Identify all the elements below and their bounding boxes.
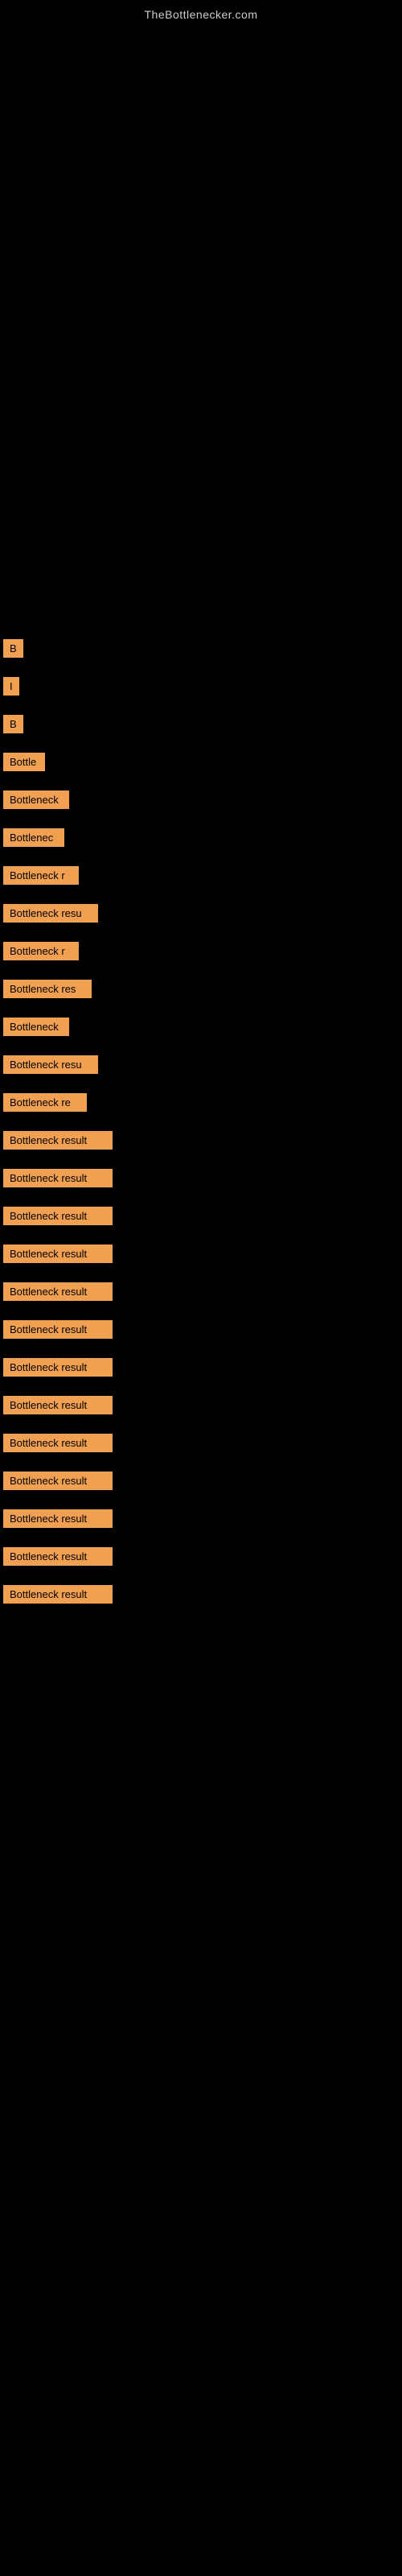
list-item: Bottleneck result <box>0 1424 402 1462</box>
list-item: Bottleneck result <box>0 1235 402 1273</box>
bottleneck-result-label[interactable]: Bottleneck r <box>3 942 79 960</box>
bottleneck-result-label[interactable]: Bottleneck result <box>3 1472 113 1490</box>
list-item: Bottleneck resu <box>0 894 402 932</box>
bottleneck-result-label[interactable]: Bottleneck result <box>3 1358 113 1377</box>
list-item: Bottleneck resu <box>0 1046 402 1084</box>
list-item: Bottleneck r <box>0 932 402 970</box>
bottleneck-result-label[interactable]: Bottleneck resu <box>3 904 98 923</box>
list-item: Bottleneck re <box>0 1084 402 1121</box>
list-item: Bottleneck result <box>0 1462 402 1500</box>
list-item: Bottle <box>0 743 402 781</box>
list-item: Bottleneck <box>0 1008 402 1046</box>
list-item: Bottleneck result <box>0 1348 402 1386</box>
bottleneck-result-label[interactable]: Bottleneck result <box>3 1320 113 1339</box>
list-item: Bottleneck result <box>0 1159 402 1197</box>
bottleneck-result-label[interactable]: Bottleneck result <box>3 1509 113 1528</box>
bottleneck-result-label[interactable]: Bottleneck result <box>3 1396 113 1414</box>
list-item: Bottlenec <box>0 819 402 857</box>
bottleneck-result-label[interactable]: Bottlenec <box>3 828 64 847</box>
bottleneck-result-label[interactable]: Bottleneck result <box>3 1207 113 1225</box>
list-item: Bottleneck result <box>0 1386 402 1424</box>
bottleneck-result-label[interactable]: I <box>3 677 19 696</box>
list-item: Bottleneck res <box>0 970 402 1008</box>
list-item: Bottleneck result <box>0 1273 402 1311</box>
list-item: Bottleneck result <box>0 1121 402 1159</box>
bottleneck-result-label[interactable]: Bottleneck result <box>3 1169 113 1187</box>
bottleneck-result-label[interactable]: Bottleneck result <box>3 1547 113 1566</box>
bottleneck-result-label[interactable]: Bottleneck <box>3 1018 69 1036</box>
list-item: I <box>0 667 402 705</box>
bottleneck-list: BIBBottleBottleneckBottlenecBottleneck r… <box>0 621 402 1613</box>
bottleneck-result-label[interactable]: Bottleneck r <box>3 866 79 885</box>
list-item: Bottleneck result <box>0 1575 402 1613</box>
list-item: Bottleneck result <box>0 1197 402 1235</box>
bottleneck-result-label[interactable]: Bottleneck result <box>3 1434 113 1452</box>
bottleneck-result-label[interactable]: Bottleneck result <box>3 1245 113 1263</box>
list-item: B <box>0 705 402 743</box>
bottleneck-result-label[interactable]: Bottleneck result <box>3 1131 113 1150</box>
list-item: Bottleneck r <box>0 857 402 894</box>
bottleneck-result-label[interactable]: Bottleneck resu <box>3 1055 98 1074</box>
list-item: B <box>0 630 402 667</box>
list-item: Bottleneck result <box>0 1500 402 1538</box>
bottleneck-result-label[interactable]: Bottleneck <box>3 791 69 809</box>
list-item: Bottleneck result <box>0 1311 402 1348</box>
site-title: TheBottlenecker.com <box>0 0 402 26</box>
bottleneck-result-label[interactable]: Bottleneck res <box>3 980 92 998</box>
chart-area <box>0 26 402 621</box>
bottleneck-result-label[interactable]: B <box>3 715 23 733</box>
bottleneck-result-label[interactable]: Bottle <box>3 753 45 771</box>
bottleneck-result-label[interactable]: Bottleneck re <box>3 1093 87 1112</box>
bottleneck-result-label[interactable]: B <box>3 639 23 658</box>
bottleneck-result-label[interactable]: Bottleneck result <box>3 1282 113 1301</box>
site-title-container: TheBottlenecker.com <box>0 0 402 26</box>
bottleneck-result-label[interactable]: Bottleneck result <box>3 1585 113 1604</box>
list-item: Bottleneck <box>0 781 402 819</box>
list-item: Bottleneck result <box>0 1538 402 1575</box>
